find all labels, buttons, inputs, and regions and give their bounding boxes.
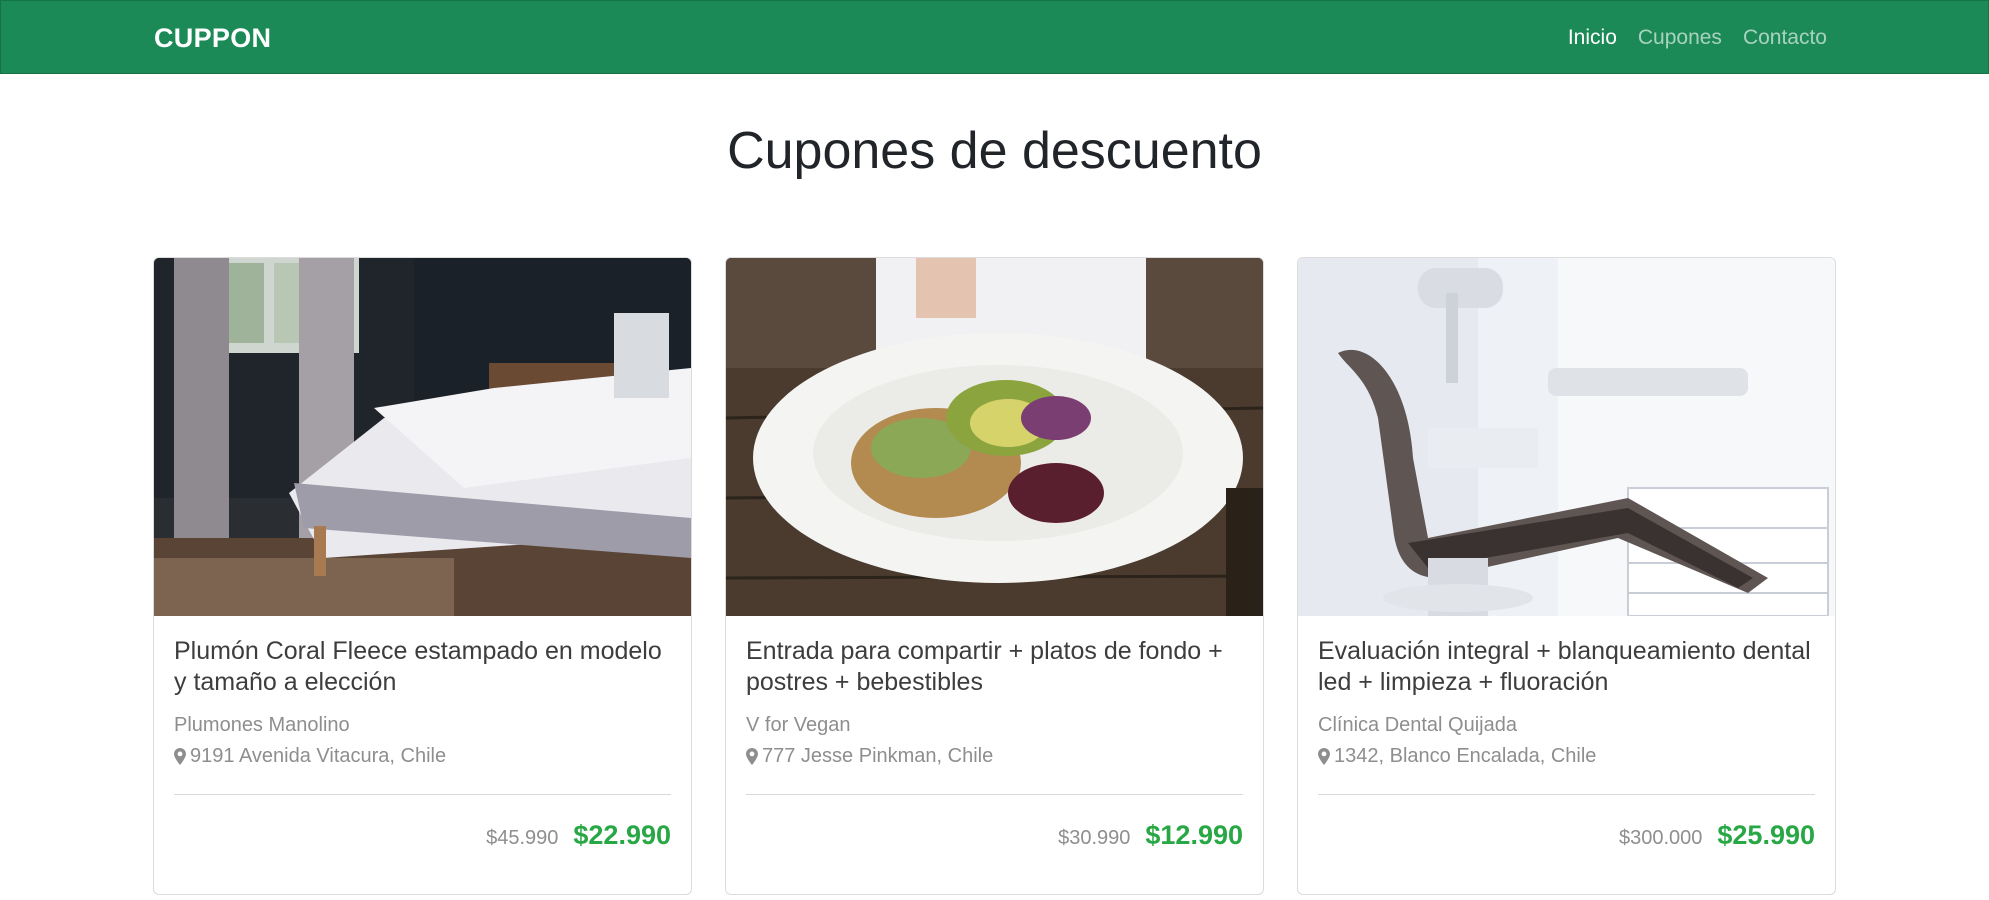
card-merchant: Clínica Dental Quijada [1318, 714, 1517, 736]
nav-links: Inicio Cupones Contacto [1547, 1, 1827, 75]
address-text: 777 Jesse Pinkman, Chile [762, 745, 994, 767]
card-address: 9191 Avenida Vitacura, Chile [174, 745, 446, 768]
salad-plate-photo[interactable] [726, 258, 1263, 616]
address-text: 9191 Avenida Vitacura, Chile [190, 745, 447, 767]
nav-link-cupones[interactable]: Cupones [1638, 26, 1722, 50]
old-price: $30.990 [1058, 827, 1131, 849]
map-pin-icon [1318, 748, 1330, 765]
address-text: 1342, Blanco Encalada, Chile [1334, 745, 1597, 767]
divider [1318, 794, 1815, 795]
card-merchant: Plumones Manolino [174, 714, 350, 736]
new-price: $22.990 [573, 820, 671, 850]
divider [174, 794, 671, 795]
price-group: $45.990 $22.990 [486, 820, 671, 851]
price-group: $300.000 $25.990 [1619, 820, 1815, 851]
new-price: $25.990 [1717, 820, 1815, 850]
card-title[interactable]: Entrada para compartir + platos de fondo… [746, 636, 1246, 698]
price-group: $30.990 $12.990 [1058, 820, 1243, 851]
map-pin-icon [174, 748, 186, 765]
coupon-card[interactable]: Plumón Coral Fleece estampado en modelo … [153, 257, 692, 895]
divider [746, 794, 1243, 795]
card-merchant: V for Vegan [746, 714, 851, 736]
coupon-card[interactable]: Evaluación integral + blanqueamiento den… [1297, 257, 1836, 895]
bed-photo[interactable] [154, 258, 691, 616]
coupon-card[interactable]: Entrada para compartir + platos de fondo… [725, 257, 1264, 895]
brand-logo[interactable]: CUPPON [154, 1, 271, 75]
map-pin-icon [746, 748, 758, 765]
old-price: $300.000 [1618, 827, 1703, 849]
old-price: $45.990 [486, 827, 559, 849]
new-price: $12.990 [1145, 820, 1243, 850]
card-title[interactable]: Evaluación integral + blanqueamiento den… [1318, 636, 1818, 698]
card-address: 1342, Blanco Encalada, Chile [1318, 745, 1596, 768]
dental-chair-photo[interactable] [1298, 258, 1835, 616]
navbar: CUPPON Inicio Cupones Contacto [0, 0, 1989, 74]
page-title: Cupones de descuento [727, 122, 1262, 180]
card-title[interactable]: Plumón Coral Fleece estampado en modelo … [174, 636, 674, 698]
card-address: 777 Jesse Pinkman, Chile [746, 745, 993, 768]
nav-link-contacto[interactable]: Contacto [1743, 26, 1827, 50]
nav-link-inicio[interactable]: Inicio [1568, 26, 1617, 50]
